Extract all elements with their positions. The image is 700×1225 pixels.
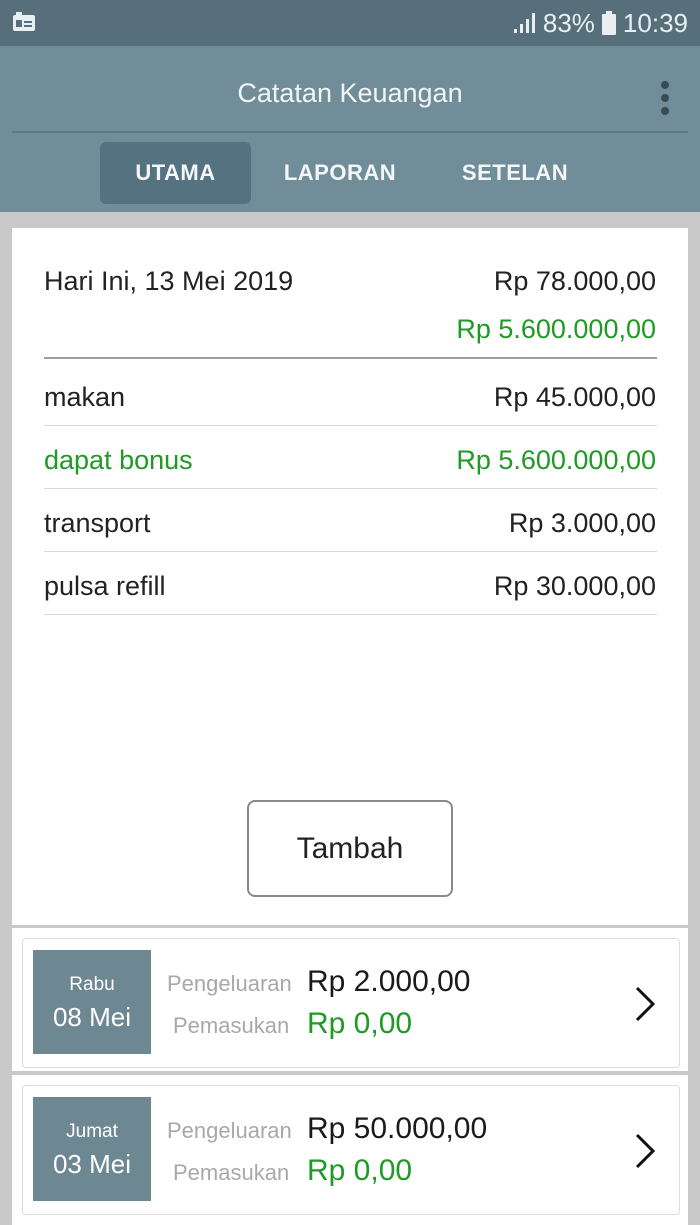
weekday-label: Rabu [69, 974, 115, 995]
income-amount: Rp 0,00 [307, 1154, 413, 1187]
transaction-amount: Rp 3.000,00 [508, 508, 656, 538]
overflow-menu-icon[interactable] [650, 78, 680, 118]
app-bar: Catatan Keuangan UTAMA LAPORAN SETELAN [0, 46, 700, 212]
day-summary-card[interactable]: Jumat 03 Mei Pengeluaran Rp 50.000,00 Pe… [22, 1085, 680, 1215]
today-total-expense: Rp 78.000,00 [493, 266, 656, 296]
tab-setelan[interactable]: SETELAN [440, 142, 590, 204]
income-label: Pemasukan [173, 1160, 290, 1185]
row-divider [44, 551, 657, 552]
expense-label: Pengeluaran [167, 1118, 292, 1143]
today-total-income: Rp 5.600.000,00 [456, 314, 656, 344]
transaction-amount: Rp 30.000,00 [493, 571, 656, 601]
transaction-name[interactable]: pulsa refill [44, 571, 166, 602]
appbar-divider [12, 131, 688, 133]
day-summary-card[interactable]: Rabu 08 Mei Pengeluaran Rp 2.000,00 Pema… [22, 938, 680, 1068]
transaction-amount: Rp 45.000,00 [493, 382, 656, 412]
income-amount: Rp 0,00 [307, 1007, 413, 1040]
chevron-right-icon[interactable] [633, 984, 657, 1024]
expense-amount: Rp 50.000,00 [307, 1112, 488, 1145]
day-summary-wrap: Jumat 03 Mei Pengeluaran Rp 50.000,00 Pe… [12, 1075, 688, 1225]
app-title: Catatan Keuangan [237, 78, 463, 108]
add-button[interactable]: Tambah [247, 800, 453, 897]
row-divider [44, 614, 657, 615]
status-right: 83% 10:39 [513, 8, 688, 38]
battery-icon [601, 11, 616, 35]
weekday-label: Jumat [66, 1121, 118, 1142]
tab-laporan[interactable]: LAPORAN [265, 142, 415, 204]
tab-utama[interactable]: UTAMA [100, 142, 251, 204]
signal-icon [513, 13, 535, 33]
date-label: 08 Mei [52, 1002, 132, 1032]
summary-divider [44, 357, 657, 359]
today-date-label: Hari Ini, 13 Mei 2019 [44, 266, 294, 296]
transaction-name[interactable]: dapat bonus [44, 445, 193, 476]
today-card: Hari Ini, 13 Mei 2019 Rp 78.000,00 Rp 5.… [12, 228, 688, 925]
battery-percent: 83% [542, 7, 595, 38]
income-label: Pemasukan [173, 1013, 290, 1038]
date-label: 03 Mei [52, 1149, 132, 1179]
transaction-name[interactable]: makan [44, 382, 125, 413]
chevron-right-icon[interactable] [633, 1131, 657, 1171]
day-summary-wrap: Rabu 08 Mei Pengeluaran Rp 2.000,00 Pema… [12, 928, 688, 1071]
clock: 10:39 [622, 7, 688, 38]
expense-label: Pengeluaran [167, 971, 292, 996]
expense-amount: Rp 2.000,00 [307, 965, 471, 998]
transaction-amount: Rp 5.600.000,00 [456, 445, 656, 475]
status-bar: 83% 10:39 [0, 0, 700, 46]
notification-card-icon [13, 12, 35, 31]
date-box: Jumat 03 Mei [33, 1097, 151, 1201]
row-divider [44, 488, 657, 489]
transaction-name[interactable]: transport [44, 508, 151, 539]
row-divider [44, 425, 657, 426]
date-box: Rabu 08 Mei [33, 950, 151, 1054]
